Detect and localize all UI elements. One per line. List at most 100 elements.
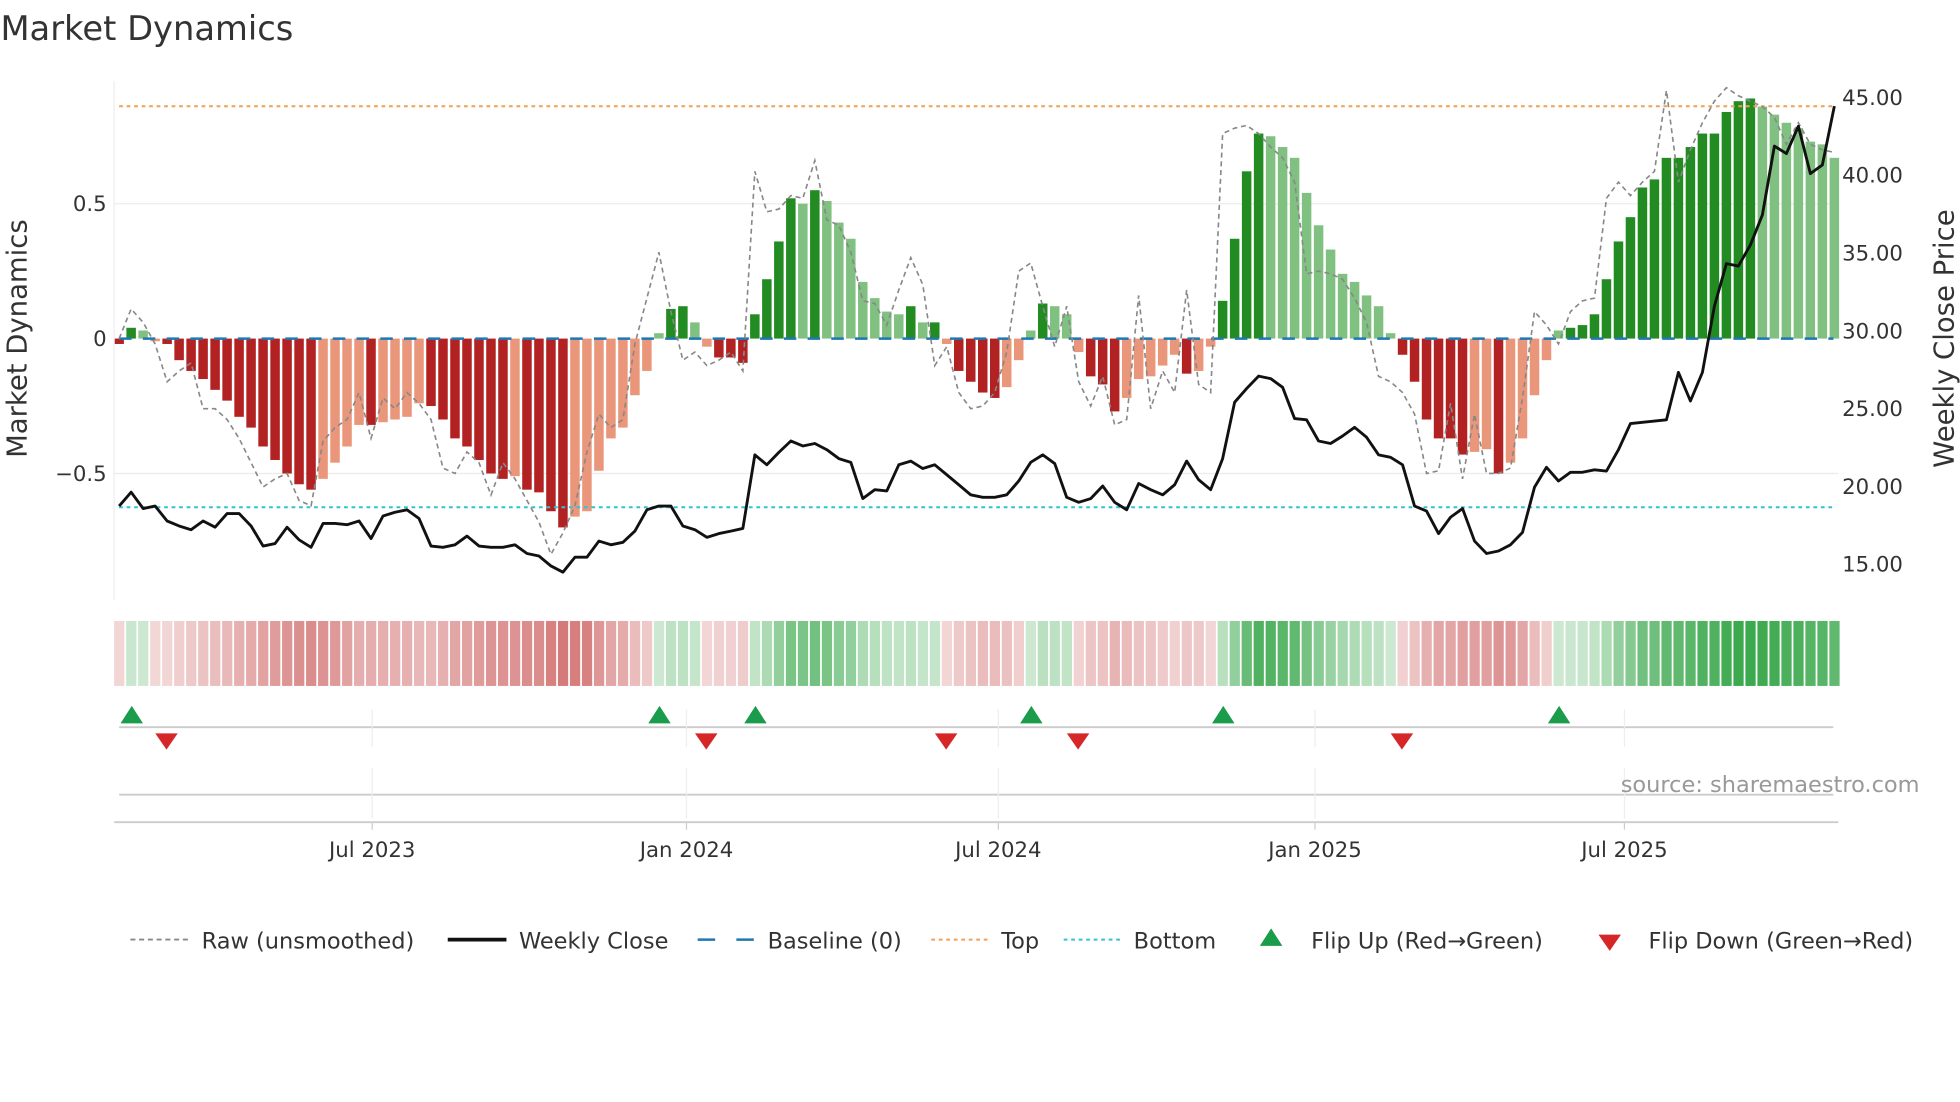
strip-cell (1613, 620, 1624, 686)
strip-cell (354, 620, 365, 686)
strip-cell (1097, 620, 1108, 686)
strip-cell (449, 620, 461, 686)
bar (354, 338, 364, 425)
flip-down-marker (934, 733, 958, 750)
bar (1229, 238, 1240, 339)
bar (1457, 338, 1468, 455)
strip-cell (1469, 620, 1480, 686)
regime-strip (114, 620, 1840, 686)
strip-cell (1781, 620, 1792, 686)
bar (1589, 314, 1600, 339)
strip-cell (641, 620, 653, 686)
strip-cell (557, 620, 569, 686)
bar (1613, 241, 1624, 339)
strip-cell (1553, 620, 1564, 686)
strip-cell (437, 620, 449, 686)
bar (690, 322, 700, 339)
flip-up-marker (648, 705, 671, 724)
strip-cell (965, 620, 977, 686)
bar (1121, 338, 1132, 398)
bar (558, 338, 568, 528)
strip-cell (653, 620, 665, 686)
flip-up-marker (1020, 705, 1043, 724)
strip-cell (1481, 620, 1492, 686)
bar (1649, 179, 1660, 339)
strip-cell (857, 620, 869, 686)
bar (954, 338, 964, 371)
strip-cell (330, 620, 341, 686)
strip-cell (677, 620, 689, 686)
legend-label: Bottom (1134, 928, 1216, 954)
bar (918, 322, 928, 339)
x-tick-label: Jan 2025 (1266, 838, 1362, 863)
strip-cell (1637, 620, 1648, 686)
y2-tick-label: 30.00 (1842, 319, 1903, 344)
bar (1241, 171, 1252, 339)
legend-label: Flip Up (Red→Green) (1311, 928, 1543, 954)
bar (678, 306, 688, 339)
legend-item-up: Flip Up (Red→Green) (1259, 928, 1543, 954)
strip-cell (258, 620, 269, 686)
bar (1325, 249, 1336, 339)
bar (1013, 338, 1024, 361)
bar (306, 338, 316, 490)
strip-cell (1421, 620, 1432, 686)
bar (702, 338, 712, 347)
strip-cell (533, 620, 545, 686)
bar (1217, 300, 1228, 339)
bar (1157, 338, 1168, 366)
lines (118, 86, 1836, 574)
bar (1421, 338, 1432, 420)
y2-tick-label: 25.00 (1842, 397, 1903, 422)
strip-cell (1157, 620, 1168, 686)
bar (330, 338, 340, 463)
strip-cell (1289, 620, 1300, 686)
bar (390, 338, 400, 420)
bar (1733, 101, 1744, 339)
bar (1349, 281, 1360, 339)
strip-cell (162, 620, 173, 686)
strip-cell (989, 620, 1000, 686)
strip-cell (1769, 620, 1780, 686)
bar (594, 338, 604, 471)
strip-cell (893, 620, 905, 686)
strip-cell (198, 620, 209, 686)
strip-cell (1709, 620, 1720, 686)
bar (1289, 157, 1300, 339)
strip-cell (1229, 620, 1240, 686)
strip-cell (461, 620, 473, 686)
strip-cell (1109, 620, 1120, 686)
strip-cell (1805, 620, 1816, 686)
bar (1301, 192, 1312, 339)
bar (1817, 144, 1828, 339)
bar (510, 338, 520, 477)
bar (978, 338, 988, 393)
strip-cell (1301, 620, 1312, 686)
bar (546, 338, 556, 512)
strip-cell (1241, 620, 1252, 686)
strip-cell (701, 620, 713, 686)
bar (1373, 306, 1384, 339)
strip-cell (1001, 620, 1012, 686)
bar (234, 338, 244, 417)
bar (1397, 338, 1408, 355)
strip-cell (366, 620, 377, 686)
bar (498, 338, 508, 479)
strip-cell (426, 620, 437, 686)
flip-down-marker (155, 733, 178, 750)
bar (1781, 122, 1792, 339)
legend-flip-up-icon (1259, 928, 1283, 946)
bar (1409, 338, 1420, 382)
bar (1313, 225, 1324, 339)
bar (366, 338, 376, 425)
bar (654, 333, 664, 339)
strip-cell (1337, 620, 1348, 686)
bar (1745, 98, 1756, 339)
bar (738, 338, 748, 363)
strip-cell (1385, 620, 1396, 686)
bar (1577, 325, 1588, 339)
bar (1661, 157, 1672, 339)
strip-cell (929, 620, 941, 686)
source-label: source: sharemaestro.com (1621, 772, 1920, 798)
bar (762, 279, 772, 339)
